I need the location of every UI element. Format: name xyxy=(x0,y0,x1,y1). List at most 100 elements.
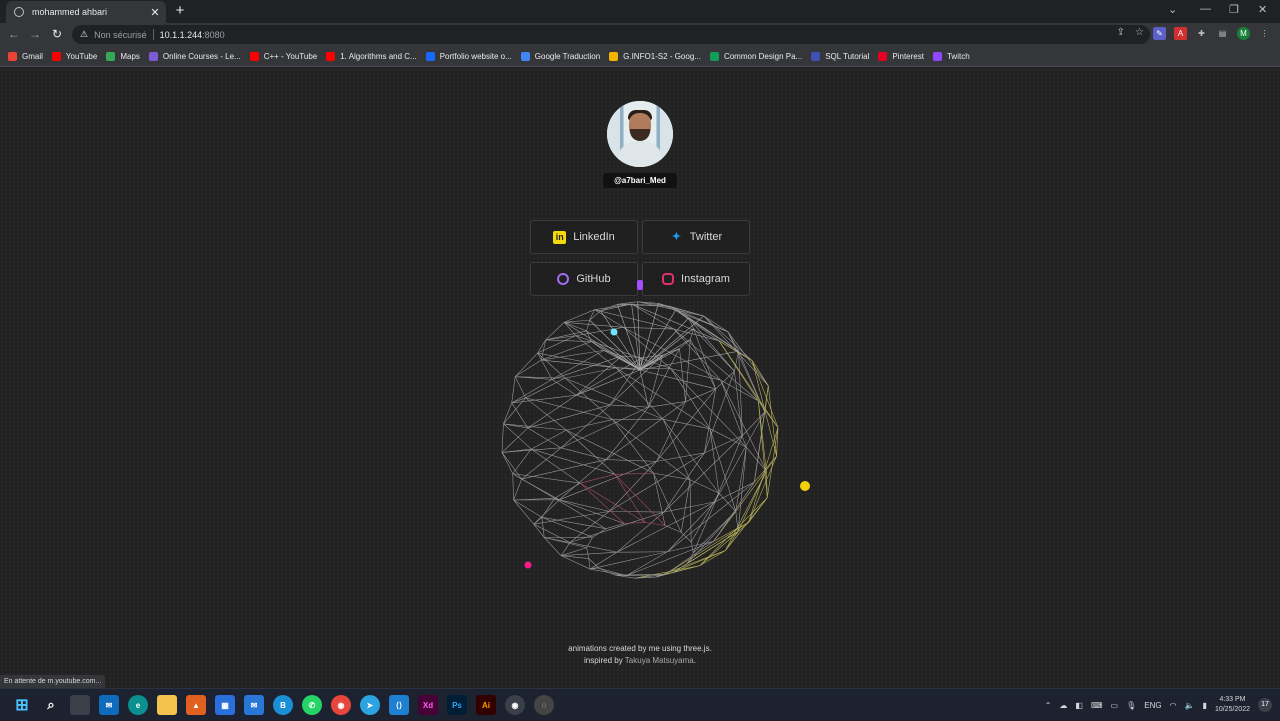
bookmark-label: Online Courses - Le... xyxy=(163,52,241,61)
telegram-icon[interactable]: ➤ xyxy=(360,695,380,715)
photoshop-icon[interactable]: Ps xyxy=(447,695,467,715)
battery-icon[interactable]: ▮ xyxy=(1203,701,1207,710)
side-panel-icon[interactable]: ▤ xyxy=(1216,27,1229,40)
bookmark-item[interactable]: G.INFO1-S2 - Goog... xyxy=(609,52,701,61)
sphere-edge xyxy=(710,429,746,447)
sphere-edge xyxy=(691,542,693,553)
app-icon[interactable]: B xyxy=(273,695,293,715)
vscode-icon[interactable]: ⟨⟩ xyxy=(389,695,409,715)
sphere-edge xyxy=(576,395,610,405)
bookmark-item[interactable]: Pinterest xyxy=(878,52,924,61)
file-explorer-icon[interactable] xyxy=(157,695,177,715)
bookmark-star-icon[interactable]: ☆ xyxy=(1135,27,1144,38)
clock[interactable]: 4:33 PM 10/25/2022 xyxy=(1215,695,1250,715)
pdf-extension-icon[interactable]: A xyxy=(1174,27,1187,40)
bookmark-item[interactable]: YouTube xyxy=(52,52,97,61)
app-icon[interactable]: ▲ xyxy=(186,695,206,715)
app-icon[interactable]: ◌ xyxy=(534,695,554,715)
bookmark-favicon-icon xyxy=(326,52,335,61)
tray-icon[interactable]: ▭ xyxy=(1111,701,1119,710)
chevron-up-icon[interactable]: ⌃ xyxy=(1045,701,1052,710)
mail-icon[interactable]: ✉ xyxy=(99,695,119,715)
extension-icon[interactable]: ✎ xyxy=(1153,27,1166,40)
bookmark-item[interactable]: Common Design Pa... xyxy=(710,52,802,61)
mail-app-icon[interactable]: ✉ xyxy=(244,695,264,715)
sphere-edge xyxy=(690,339,715,389)
illustrator-icon[interactable]: Ai xyxy=(476,695,496,715)
extensions-area: ✎ A ✚ ▤ M ⋮ xyxy=(1153,27,1271,40)
chrome-icon[interactable]: ◉ xyxy=(331,695,351,715)
sphere-edge xyxy=(719,341,752,361)
sphere-edge xyxy=(514,500,534,524)
tray-icon[interactable]: ◧ xyxy=(1075,701,1083,710)
sphere-edge xyxy=(648,349,679,407)
warning-icon[interactable]: ⚠ xyxy=(80,29,88,40)
adobe-xd-icon[interactable]: Xd xyxy=(418,695,438,715)
tray-icon[interactable]: ☁ xyxy=(1059,701,1067,710)
bookmark-item[interactable]: Online Courses - Le... xyxy=(149,52,241,61)
sphere-edge xyxy=(541,350,603,360)
sphere-edge xyxy=(503,403,511,424)
bookmark-item[interactable]: Google Traduction xyxy=(521,52,600,61)
bookmark-item[interactable]: Twitch xyxy=(933,52,970,61)
back-icon[interactable]: ← xyxy=(6,27,22,41)
sphere-edge xyxy=(534,524,570,542)
sphere-edge xyxy=(580,474,615,483)
windows-start-icon[interactable]: ⊞ xyxy=(12,695,32,715)
search-icon[interactable]: ⌕ xyxy=(41,695,61,715)
cyan-particle xyxy=(611,329,618,336)
language-indicator[interactable]: ENG xyxy=(1144,701,1161,710)
share-icon[interactable]: ⇪ xyxy=(1117,27,1125,38)
sphere-edge xyxy=(640,370,716,389)
profile-avatar-icon[interactable]: M xyxy=(1237,27,1250,40)
sphere-edge xyxy=(752,361,776,456)
sphere-edge xyxy=(664,502,715,512)
sphere-edge xyxy=(714,456,777,541)
sphere-edge xyxy=(565,378,663,419)
bookmark-favicon-icon xyxy=(710,52,719,61)
tab-search-icon[interactable]: ⌄ xyxy=(1168,3,1177,16)
puzzle-icon[interactable]: ✚ xyxy=(1195,27,1208,40)
sphere-edge xyxy=(564,322,623,327)
task-view-icon[interactable] xyxy=(70,695,90,715)
wifi-icon[interactable]: ◠ xyxy=(1170,701,1177,710)
bookmark-item[interactable]: 1. Algorithms and C... xyxy=(326,52,416,61)
chrome-active-icon[interactable]: ◉ xyxy=(505,695,525,715)
volume-icon[interactable]: 🔈 xyxy=(1185,701,1195,710)
edge-icon[interactable]: e xyxy=(128,695,148,715)
bookmark-favicon-icon xyxy=(250,52,259,61)
bookmark-item[interactable]: Portfolio website o... xyxy=(426,52,512,61)
microphone-icon[interactable]: 🎙 xyxy=(1126,701,1136,710)
bookmark-item[interactable]: SQL Tutorial xyxy=(811,52,869,61)
maximize-button[interactable]: ❐ xyxy=(1229,3,1239,16)
address-bar[interactable]: ⚠ Non sécurisé 10.1.1.244 :8080 ⇪ ☆ xyxy=(72,25,1150,44)
bookmark-item[interactable]: Maps xyxy=(106,52,140,61)
forward-icon[interactable]: → xyxy=(27,27,43,41)
keyboard-icon[interactable]: ⌨ xyxy=(1091,701,1103,710)
sphere-edge xyxy=(767,428,778,498)
url-port: :8080 xyxy=(202,30,225,40)
reload-icon[interactable]: ↻ xyxy=(49,27,65,41)
minimize-button[interactable]: — xyxy=(1200,3,1211,15)
sphere-edge xyxy=(531,449,580,483)
sphere-edge xyxy=(640,329,694,370)
author-link[interactable]: Takuya Matsuyama xyxy=(625,656,694,665)
sphere-edge xyxy=(664,453,705,512)
bookmark-item[interactable]: C++ - YouTube xyxy=(250,52,318,61)
menu-icon[interactable]: ⋮ xyxy=(1258,27,1271,40)
sphere-edge xyxy=(653,473,681,532)
sphere-edge xyxy=(594,304,631,310)
close-tab-icon[interactable]: ✕ xyxy=(148,6,162,19)
whatsapp-icon[interactable]: ✆ xyxy=(302,695,322,715)
sphere-edge xyxy=(715,482,755,502)
close-window-button[interactable]: ✕ xyxy=(1258,3,1267,16)
new-tab-button[interactable]: + xyxy=(172,2,188,19)
store-icon[interactable]: ▦ xyxy=(215,695,235,715)
browser-tab[interactable]: mohammed ahbari ✕ xyxy=(6,1,166,23)
sphere-edge xyxy=(590,552,667,569)
notification-badge[interactable]: 17 xyxy=(1258,698,1272,712)
sphere-edge xyxy=(513,449,532,474)
sphere-edge xyxy=(749,428,778,523)
sphere-edge xyxy=(670,306,752,360)
bookmark-item[interactable]: Gmail xyxy=(8,52,43,61)
